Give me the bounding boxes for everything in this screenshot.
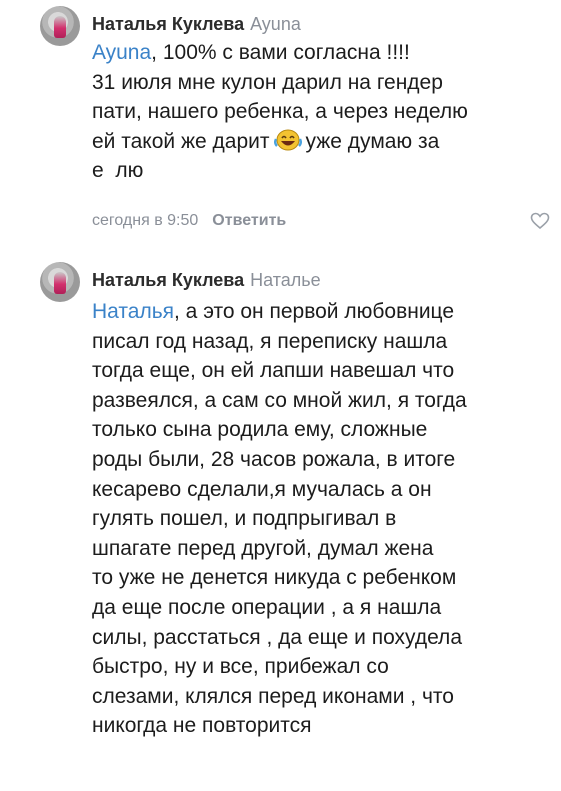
comment-line: шпагате перед другой, думал жена [92, 536, 434, 560]
reply-to-name[interactable]: Наталье [250, 270, 321, 290]
timestamp: сегодня в 9:50 [92, 212, 199, 229]
heart-icon[interactable] [530, 212, 550, 230]
comment-line: только сына родила ему, сложные [92, 418, 428, 442]
comment-line: гулять пошел, и подпрыгивал в [92, 507, 397, 531]
avatar[interactable] [40, 6, 80, 46]
comment-line: , а это он первой любовнице [174, 300, 455, 323]
mention-link[interactable]: Ayuna [92, 41, 151, 64]
comment-text: Наталья, а это он первой любовнице писал… [92, 297, 542, 741]
reply-to-name[interactable]: Ayuna [250, 14, 301, 34]
comment-line: развеялся, а сам со мной жил, я тогда [92, 388, 467, 412]
comment-line: то уже не денется никуда с ребенком [92, 566, 457, 590]
comment-line: кесарево сделали,я мучалась а он [92, 477, 432, 501]
comment-header: Наталья Куклева Ayuna [92, 14, 301, 35]
mention-link[interactable]: Наталья [92, 300, 174, 323]
comment-line: слезами, клялся перед иконами , что [92, 684, 454, 708]
comment-line: пати, нашего ребенка, а через неделю [92, 100, 468, 124]
comment-line: 31 июля мне кулон дарил на гендер [92, 70, 443, 94]
comment-line: роды были, 28 часов рожала, в итоге [92, 447, 456, 471]
comment-meta: сегодня в 9:50 Ответить [92, 212, 286, 230]
author-name[interactable]: Наталья Куклева [92, 270, 244, 290]
author-name[interactable]: Наталья Куклева [92, 14, 244, 34]
comment-line: ей такой же дарит [92, 129, 270, 153]
comment-line: да еще после операции , а я нашла [92, 595, 442, 619]
comment-header: Наталья Куклева Наталье [92, 270, 321, 291]
comment-line: писал год назад, я переписку нашла [92, 329, 448, 353]
reply-button[interactable]: Ответить [212, 212, 286, 229]
comment-line: е лю [92, 159, 144, 183]
comment-line: быстро, ну и все, прибежал со [92, 655, 389, 679]
laughing-tears-emoji-icon [273, 129, 302, 151]
avatar[interactable] [40, 262, 80, 302]
comment-line: уже думаю за [305, 129, 440, 153]
comment-line: , 100% с вами согласна !!!! [151, 41, 410, 64]
comment-text: Ayuna, 100% с вами согласна !!!! 31 июля… [92, 38, 542, 186]
comment-line: тогда еще, он ей лапши навешал что [92, 359, 455, 383]
comment-line: силы, расстаться , да еще и похудела [92, 625, 462, 649]
comment-line: никогда не повторится [92, 714, 312, 738]
